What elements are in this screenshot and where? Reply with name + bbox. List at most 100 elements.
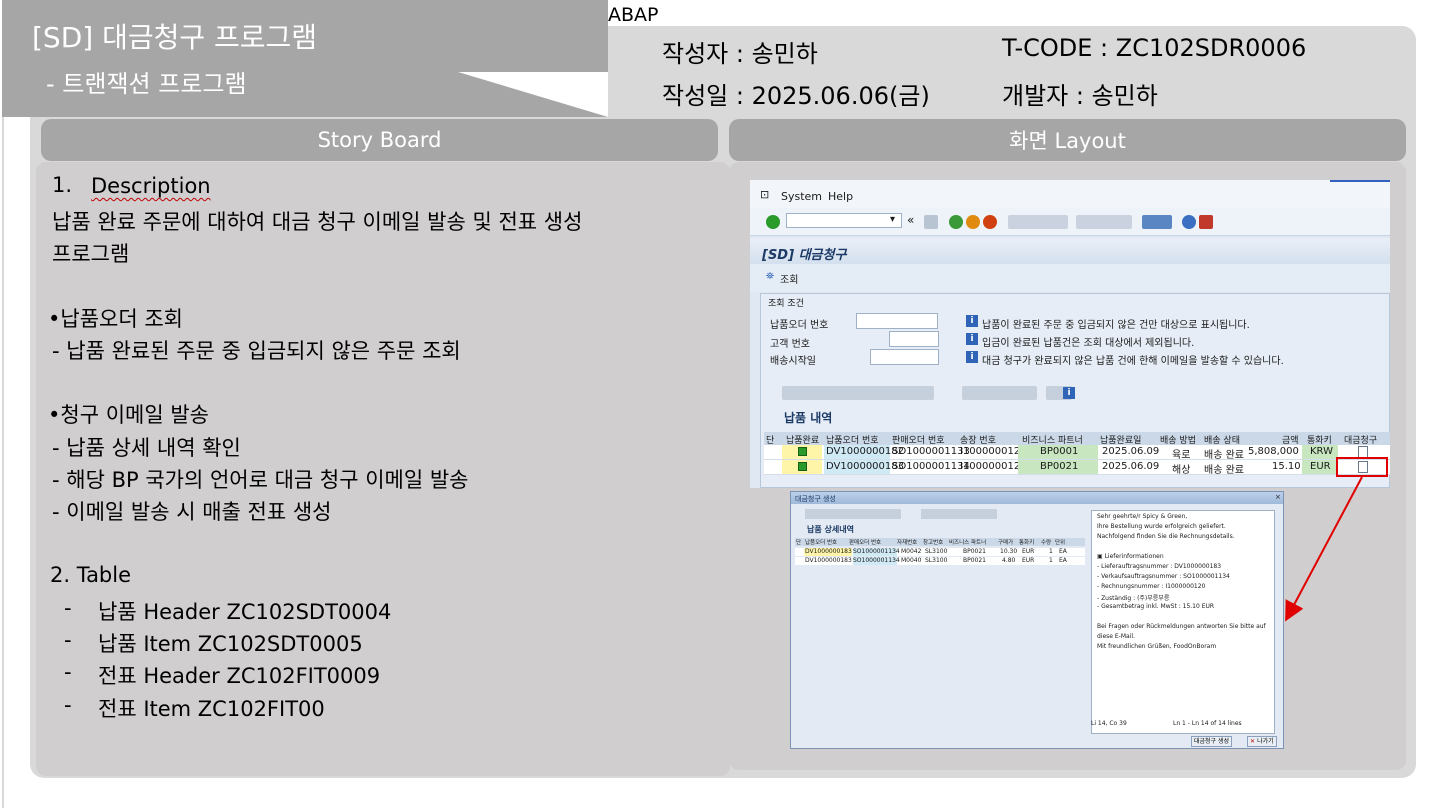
table-dash: -	[64, 628, 72, 652]
search-button[interactable]: 조회	[780, 271, 798, 286]
table-item: 납품 Item ZC102SDT0005	[98, 632, 363, 656]
back-icon[interactable]	[949, 215, 963, 229]
info-icon: i	[966, 315, 978, 327]
customer-input[interactable]	[889, 331, 939, 347]
layout-header: 화면 Layout	[729, 119, 1406, 161]
page-title: [SD] 대금청구 프로그램	[32, 21, 318, 54]
section-delivery-item: - 납품 완료된 주문 중 입금되지 않은 주문 조회	[52, 339, 461, 363]
popup-price: 10.30	[1000, 548, 1018, 555]
tcode: T-CODE : ZC102SDR0006	[1002, 34, 1307, 62]
desc-number: 1.	[52, 173, 73, 197]
email-line: - Lieferauftragsnummer : DV1000000183	[1097, 563, 1222, 570]
storyboard-header: Story Board	[41, 119, 718, 161]
table-item: 전표 Header ZC102FIT0009	[98, 664, 381, 688]
table-section-title: 2. Table	[50, 563, 132, 587]
popup-grid-col: 비즈니스 파트너	[949, 540, 987, 546]
menubar-accent	[1330, 180, 1390, 182]
created-date: 작성일 : 2025.06.06(금)	[662, 82, 930, 110]
sales-order-no: SO1000001134	[892, 461, 970, 472]
program-type-label: ABAP	[608, 4, 659, 26]
page-subtitle: - 트랜잭션 프로그램	[46, 70, 247, 98]
sap-titlebar: [SD] 대금청구	[750, 238, 1390, 264]
list-title: 납품 내역	[784, 411, 833, 425]
popup-material: M0040	[901, 557, 922, 564]
field-label-customer: 고객 번호	[770, 339, 810, 350]
search-icon[interactable]: ⛯	[766, 271, 774, 282]
back-chevrons-icon[interactable]: «	[907, 213, 914, 227]
popup-delivery-no: DV1000000183	[805, 548, 852, 555]
highlight-box	[1336, 457, 1388, 477]
popup-alv-icons[interactable]	[805, 509, 901, 519]
email-preview[interactable]: Sehr geehrte/r Spicy & Green, Ihre Beste…	[1091, 510, 1275, 734]
section-email-title: •청구 이메일 발송	[48, 403, 209, 427]
developer: 개발자 : 송민하	[1002, 82, 1158, 110]
popup-alv-layout-icons[interactable]	[921, 509, 997, 519]
ship-status: 배송 완료	[1204, 465, 1244, 476]
alv-info-icon[interactable]: i	[1063, 387, 1075, 399]
cancel-icon[interactable]	[983, 215, 997, 229]
email-line: ▣ Lieferinformationen	[1097, 553, 1164, 560]
status-green-icon	[798, 462, 807, 471]
close-icon[interactable]: ×	[1275, 493, 1281, 501]
print-find-icons[interactable]	[1008, 215, 1068, 229]
alv-layout-icons[interactable]	[962, 386, 1037, 400]
table-row[interactable]: DV1000000183 SO1000001134 I1000000120 BP…	[764, 460, 1390, 476]
popup-titlebar: 대금청구 생성 ×	[791, 492, 1283, 504]
info-text-1: 납품이 완료된 주문 중 입금되지 않은 건만 대상으로 표시됩니다.	[982, 320, 1250, 331]
menu-help[interactable]: Help	[828, 190, 853, 203]
popup-grid-col: 단	[796, 540, 802, 546]
popup-grid-col: 구매가	[998, 540, 1014, 546]
title-block: [SD] 대금청구 프로그램 - 트랜잭션 프로그램	[2, 0, 608, 117]
popup-grid-col: 창고번호	[923, 540, 944, 546]
email-line: - Rechnungsnummer : I1000000120	[1097, 583, 1206, 590]
exit-button[interactable]: ✕ 나가기	[1247, 736, 1277, 747]
popup-material: M0042	[901, 548, 922, 555]
help-icon[interactable]	[1182, 215, 1196, 229]
popup-sales-order: SO1000001134	[853, 548, 900, 555]
popup-bp: BP0021	[963, 557, 987, 564]
popup-delivery-no: DV1000000183	[805, 557, 852, 564]
popup-qty: 1	[1049, 557, 1053, 564]
email-line: Sehr geehrte/r Spicy & Green,	[1097, 513, 1188, 520]
meta-box: 작성자 : 송민하 작성일 : 2025.06.06(금) T-CODE : Z…	[608, 26, 1416, 117]
delivery-date: 2025.06.09	[1102, 446, 1160, 457]
ship-date-input[interactable]	[870, 349, 939, 365]
save-icon[interactable]	[924, 215, 938, 229]
popup-sales-order: SO1000001134	[853, 557, 900, 564]
invoice-no: I1000000120	[960, 461, 1027, 472]
delivery-date: 2025.06.09	[1102, 461, 1160, 472]
exit-icon[interactable]	[966, 215, 980, 229]
page-nav-icons[interactable]	[1076, 215, 1132, 229]
email-line: Mit freundlichen Grüßen, FoodOnBoram	[1097, 643, 1217, 650]
slide: [SD] 대금청구 프로그램 - 트랜잭션 프로그램 ABAP 작성자 : 송민…	[0, 0, 1442, 808]
table-row[interactable]: DV1000000182 SO1000001133 I1000000121 BP…	[764, 445, 1390, 461]
field-label-delivery: 납품오더 번호	[770, 320, 829, 331]
popup-list-title: 납품 상세내역	[807, 525, 854, 534]
popup-grid-col: 수량	[1041, 540, 1052, 546]
popup-row[interactable]: DV1000000183 SO1000001134 M0042 SL3100 B…	[795, 548, 1085, 556]
email-line: - Gesamtbetrag inkl. MwSt : 15.10 EUR	[1097, 603, 1215, 610]
amount: 5,808,000	[1248, 446, 1299, 457]
delivery-order-input[interactable]	[856, 313, 938, 329]
command-field[interactable]	[786, 213, 902, 228]
layout-icon[interactable]	[1199, 215, 1213, 229]
table-item: 납품 Header ZC102SDT0004	[98, 600, 392, 624]
editor-cursor-status: Li 14, Co 39	[1091, 720, 1127, 727]
menu-icon: ⊡	[760, 188, 770, 201]
table-dash: -	[64, 660, 72, 684]
popup-qty: 1	[1049, 548, 1053, 555]
menu-system[interactable]: System	[781, 190, 822, 203]
email-line: - Zuständig : (주)부릉부릉	[1097, 595, 1170, 602]
check-icon[interactable]	[766, 215, 780, 229]
popup-row[interactable]: DV1000000183 SO1000001134 M0040 SL3100 B…	[795, 557, 1085, 565]
alv-toolbar-icons[interactable]	[782, 386, 934, 400]
window-icons[interactable]	[1142, 215, 1172, 229]
sales-order-no: SO1000001133	[892, 446, 970, 457]
screen-title: [SD] 대금청구	[762, 248, 847, 263]
info-text-3: 대금 청구가 완료되지 않은 납품 건에 한해 이메일을 발송할 수 있습니다.	[982, 356, 1284, 367]
dropdown-icon[interactable]: ▾	[890, 214, 895, 225]
currency: KRW	[1310, 446, 1333, 457]
sap-appbar: ⛯ 조회	[750, 264, 1390, 292]
create-invoice-button[interactable]: 대금청구 생성	[1191, 736, 1233, 747]
popup-bp: BP0021	[963, 548, 987, 555]
